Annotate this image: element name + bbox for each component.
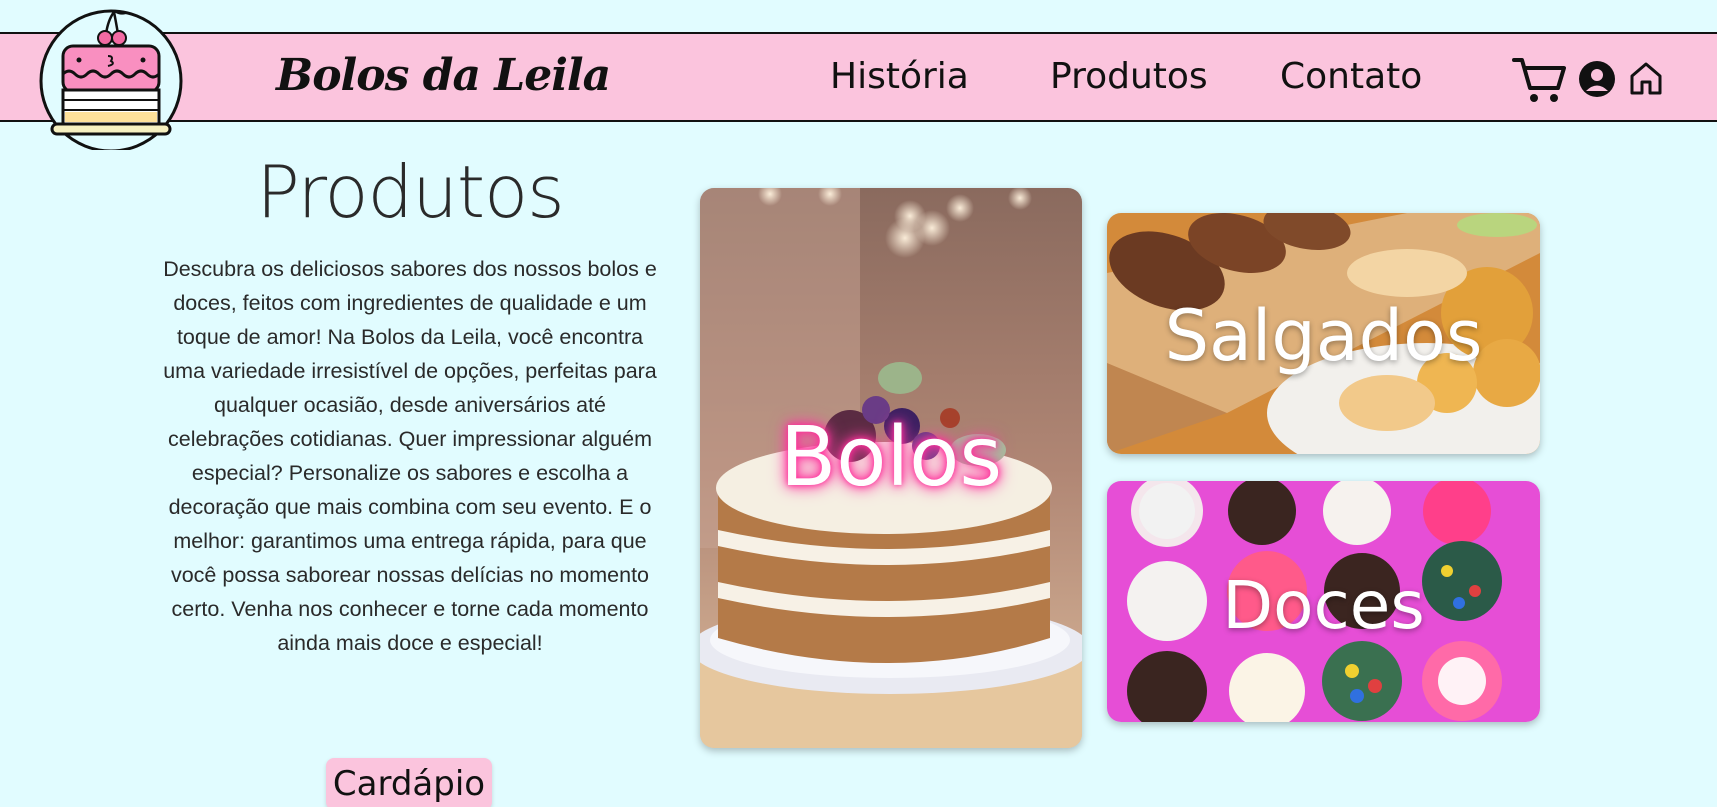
- card-label-bolos: Bolos: [779, 410, 1003, 505]
- nav-link-historia[interactable]: História: [830, 56, 969, 97]
- menu-button[interactable]: Cardápio: [326, 758, 492, 807]
- cake-logo-icon[interactable]: [38, 4, 184, 153]
- section-title: Produtos: [256, 150, 564, 234]
- home-icon[interactable]: [1628, 60, 1664, 100]
- cart-icon[interactable]: [1512, 56, 1566, 110]
- card-doces[interactable]: Doces: [1107, 481, 1540, 722]
- products-description: Descubra os deliciosos sabores dos nosso…: [163, 257, 657, 655]
- card-label-doces: Doces: [1222, 567, 1425, 644]
- card-label-salgados: Salgados: [1164, 295, 1483, 377]
- page: Bolos da Leila História Produtos Contato…: [0, 0, 1717, 807]
- card-bolos[interactable]: Bolos: [700, 188, 1082, 748]
- brand-name[interactable]: Bolos da Leila: [276, 50, 611, 101]
- card-salgados[interactable]: Salgados: [1107, 213, 1540, 454]
- nav-link-contato[interactable]: Contato: [1280, 56, 1422, 97]
- user-icon[interactable]: [1578, 60, 1616, 102]
- nav-link-produtos[interactable]: Produtos: [1050, 56, 1208, 97]
